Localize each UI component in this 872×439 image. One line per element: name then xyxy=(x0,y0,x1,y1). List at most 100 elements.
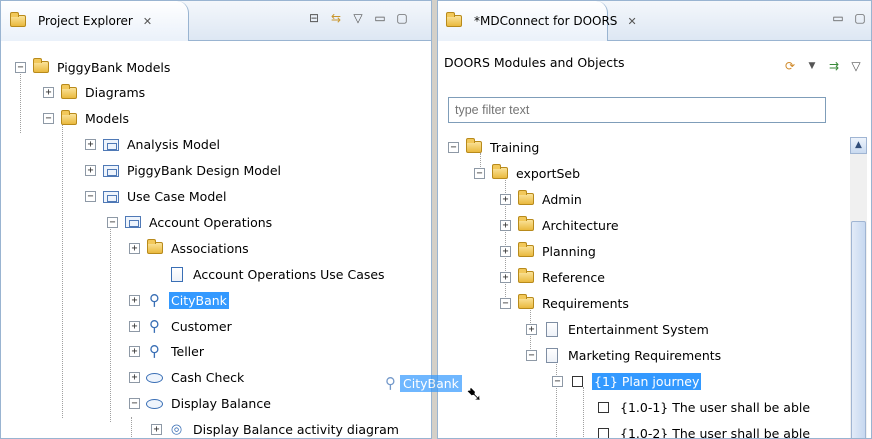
tab-project-explorer[interactable]: Project Explorer ✕ xyxy=(1,1,189,41)
tree-item[interactable]: + Architecture xyxy=(500,212,621,238)
tree-item[interactable]: + ◎ Display Balance activity diagram xyxy=(151,417,401,438)
expand-toggle-icon[interactable]: − xyxy=(15,61,26,73)
folder-icon xyxy=(517,294,534,311)
project-tree: − PiggyBank Models + Diagrams − Models + Analys… xyxy=(1,42,431,438)
expand-toggle-icon[interactable]: + xyxy=(500,271,511,283)
tree-item[interactable]: {1.0-1} The user shall be able xyxy=(578,394,812,420)
tree-item[interactable]: Account Operations Use Cases xyxy=(151,261,387,287)
tree-item[interactable]: + Analysis Model xyxy=(85,132,222,158)
minimize-icon[interactable]: ▭ xyxy=(831,11,845,25)
scroll-thumb[interactable] xyxy=(851,221,866,438)
tree-item-label: Diagrams xyxy=(85,85,146,101)
maximize-icon[interactable]: ▢ xyxy=(395,11,409,25)
tree-item[interactable]: − Marketing Requirements xyxy=(526,342,723,368)
synchronize-icon[interactable]: ⟳ xyxy=(783,59,797,73)
expand-toggle-icon[interactable]: + xyxy=(43,87,54,99)
link-icon[interactable]: ⇉ xyxy=(827,59,841,73)
scroll-up-button[interactable]: ▲ xyxy=(850,137,867,154)
expand-toggle-icon[interactable]: − xyxy=(85,191,96,202)
folder-icon xyxy=(60,109,77,126)
tree-item[interactable]: − exportSeb xyxy=(474,160,582,186)
collapse-all-icon[interactable]: ⊟ xyxy=(307,11,321,25)
tree-item[interactable]: {1.0-2} The user shall be able xyxy=(578,420,812,438)
expand-toggle-icon[interactable]: − xyxy=(129,398,140,410)
tree-item-label: Teller xyxy=(171,344,204,360)
expand-toggle-icon[interactable]: + xyxy=(500,219,511,231)
tree-item[interactable]: + ⚲ Customer xyxy=(129,313,234,339)
filter-input[interactable] xyxy=(448,97,826,123)
tree-item[interactable]: + PiggyBank Design Model xyxy=(85,158,283,184)
minimize-icon[interactable]: ▭ xyxy=(373,11,387,25)
tree-item[interactable]: − Requirements xyxy=(500,290,631,316)
project-explorer-icon xyxy=(9,12,26,29)
expand-toggle-icon[interactable]: + xyxy=(129,294,140,306)
dropdown-arrow-icon[interactable]: ▼ xyxy=(805,61,819,71)
expand-toggle-icon[interactable]: + xyxy=(129,372,140,384)
view-menu-icon[interactable]: ▽ xyxy=(849,59,863,73)
package-icon xyxy=(124,215,141,230)
expand-toggle-icon[interactable]: − xyxy=(552,375,563,387)
tab-title: Project Explorer xyxy=(38,14,133,28)
drag-ghost: ⚲ CityBank xyxy=(385,375,462,392)
drag-label: CityBank xyxy=(400,375,462,392)
right-tab-bar: *MDConnect for DOORS ✕ ▭ ▢ xyxy=(438,1,871,41)
tree-item[interactable]: + Associations xyxy=(129,235,251,261)
tree-item-label: Customer xyxy=(171,318,232,334)
tree-item-label: Marketing Requirements xyxy=(568,347,722,363)
tree-item-label: Account Operations Use Cases xyxy=(193,266,385,282)
close-icon[interactable]: ✕ xyxy=(143,15,152,28)
expand-toggle-icon[interactable]: + xyxy=(129,242,140,254)
folder-icon xyxy=(517,190,534,207)
link-with-editor-icon[interactable]: ⇆ xyxy=(329,11,343,25)
tree-item[interactable]: − Models xyxy=(43,106,131,132)
tree-item[interactable]: − Account Operations xyxy=(107,209,274,235)
package-icon xyxy=(102,137,119,152)
folder-icon xyxy=(60,83,77,100)
expand-toggle-icon[interactable]: + xyxy=(151,424,162,436)
tree-item[interactable]: − Display Balance xyxy=(129,391,273,417)
expand-toggle-icon[interactable]: − xyxy=(448,141,459,153)
view-menu-icon[interactable]: ▽ xyxy=(351,11,365,25)
expand-toggle-icon[interactable]: − xyxy=(43,113,54,125)
expand-toggle-icon[interactable]: + xyxy=(526,323,537,335)
tree-item[interactable]: − PiggyBank Models xyxy=(15,54,172,80)
tree-item[interactable]: + Diagrams xyxy=(43,80,147,106)
expand-toggle-icon[interactable]: + xyxy=(129,346,140,358)
tree-item[interactable]: + Cash Check xyxy=(129,365,246,391)
checkbox-icon xyxy=(595,400,612,415)
tab-mdconnect-doors[interactable]: *MDConnect for DOORS ✕ xyxy=(438,1,637,41)
tree-item-label: Entertainment System xyxy=(568,321,709,337)
folder-icon xyxy=(517,242,534,259)
tree-item-label: Analysis Model xyxy=(127,137,221,153)
expand-toggle-icon[interactable]: + xyxy=(500,245,511,257)
tree-item[interactable]: + Planning xyxy=(500,238,598,264)
tree-item[interactable]: + Admin xyxy=(500,186,584,212)
tree-item[interactable]: − {1} Plan journey xyxy=(552,368,702,394)
expand-toggle-icon[interactable]: + xyxy=(85,165,96,177)
document-icon xyxy=(543,347,560,363)
activity-icon: ◎ xyxy=(170,422,183,438)
expand-toggle-icon[interactable]: − xyxy=(526,349,537,361)
tree-item[interactable]: + Entertainment System xyxy=(526,316,711,342)
document-icon xyxy=(543,321,560,337)
use-case-icon xyxy=(146,396,163,411)
package-icon xyxy=(102,163,119,178)
tree-item[interactable]: − Use Case Model xyxy=(85,184,228,210)
expand-toggle-icon[interactable]: − xyxy=(474,167,485,179)
actor-icon: ⚲ xyxy=(149,290,160,309)
folder-icon xyxy=(146,239,163,256)
tree-item[interactable]: + ⚲ Teller xyxy=(129,339,206,365)
expand-toggle-icon[interactable]: − xyxy=(107,216,118,228)
tree-item[interactable]: − Training xyxy=(448,134,541,160)
expand-toggle-icon[interactable]: + xyxy=(500,193,511,205)
use-case-icon xyxy=(146,370,163,385)
expand-toggle-icon[interactable]: + xyxy=(129,320,140,332)
expand-toggle-icon[interactable]: − xyxy=(500,297,511,309)
tree-item[interactable]: + Reference xyxy=(500,264,607,290)
vertical-scrollbar[interactable]: ▲ xyxy=(850,137,867,438)
close-icon[interactable]: ✕ xyxy=(627,15,636,28)
folder-icon xyxy=(465,138,482,155)
maximize-icon[interactable]: ▢ xyxy=(853,11,867,25)
tree-item[interactable]: + ⚲ CityBank xyxy=(129,287,229,313)
expand-toggle-icon[interactable]: + xyxy=(85,139,96,151)
